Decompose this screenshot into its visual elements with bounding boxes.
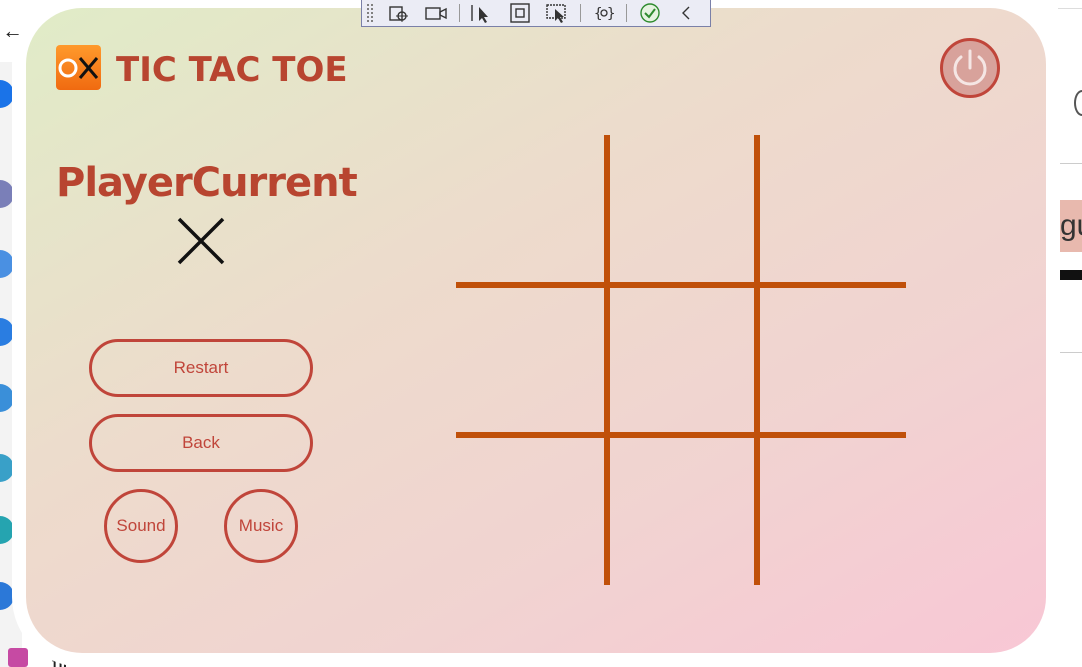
pointer-icon: [471, 5, 489, 23]
board-cell[interactable]: [456, 135, 606, 285]
board-cell[interactable]: [456, 436, 606, 586]
restart-button[interactable]: Restart: [89, 339, 313, 397]
power-icon: [953, 49, 987, 86]
sound-button[interactable]: Sound: [104, 489, 178, 563]
background-divider: [1060, 163, 1082, 164]
board-cell[interactable]: [456, 286, 606, 436]
frame-icon: [510, 3, 530, 23]
check-icon: [640, 3, 660, 23]
sidebar-app-icon: [0, 318, 14, 346]
frame-button[interactable]: [505, 1, 534, 25]
background-bar: [1060, 270, 1082, 280]
board-cell[interactable]: [608, 135, 758, 285]
background-chip-text: gu: [1060, 209, 1082, 242]
board-cell[interactable]: [758, 286, 908, 436]
background-divider: [1060, 352, 1082, 353]
collapse-chevron-icon: [682, 6, 690, 20]
board-cell[interactable]: [758, 135, 908, 285]
display-layout-button[interactable]: [542, 1, 571, 25]
toolbar-separator: [579, 4, 581, 22]
current-player-x-icon: [176, 216, 226, 266]
power-button[interactable]: [940, 38, 1000, 98]
background-chip: gu: [1060, 200, 1082, 252]
svg-text:}: }: [607, 6, 615, 22]
app-title: TIC TAC TOE: [116, 50, 348, 90]
sidebar-app-icon: [0, 384, 14, 412]
game-window: TIC TAC TOE PlayerCurrent Restart Back S…: [26, 8, 1046, 653]
toolbar-grip-handle[interactable]: [366, 3, 374, 23]
background-text: tic: [52, 652, 74, 667]
current-player-label: PlayerCurrent: [56, 160, 358, 206]
sidebar-app-icon: [0, 454, 14, 482]
xaml-debug-toolbar: { }: [361, 0, 711, 27]
display-layout-icon: [546, 4, 566, 23]
game-board: [456, 135, 906, 585]
sidebar-app-icon: [0, 80, 14, 108]
sidebar-app-icon: [0, 180, 14, 208]
record-icon: [425, 7, 447, 20]
sidebar-app-icon: [0, 516, 14, 544]
collapse-toolbar-button[interactable]: [673, 1, 702, 25]
record-button[interactable]: [421, 1, 450, 25]
background-taskbar-icon: [8, 648, 28, 667]
music-button[interactable]: Music: [224, 489, 298, 563]
toolbar-separator: [458, 4, 460, 22]
pointer-button[interactable]: [468, 1, 497, 25]
back-button[interactable]: Back: [89, 414, 313, 472]
browser-back-arrow-icon[interactable]: ←: [2, 18, 30, 44]
select-element-icon: [388, 6, 408, 22]
app-logo-icon: [56, 45, 101, 90]
sidebar-app-icon: [0, 582, 14, 610]
background-sidebar: [0, 62, 22, 667]
background-right-panel: [1058, 8, 1082, 358]
binding-button[interactable]: { }: [589, 1, 618, 25]
binding-icon: { }: [594, 6, 615, 22]
board-cell[interactable]: [608, 286, 758, 436]
toolbar-separator: [626, 4, 628, 22]
select-element-button[interactable]: [384, 1, 413, 25]
board-cell[interactable]: [758, 436, 908, 586]
sidebar-app-icon: [0, 250, 14, 278]
check-button[interactable]: [635, 1, 664, 25]
board-cell[interactable]: [608, 436, 758, 586]
